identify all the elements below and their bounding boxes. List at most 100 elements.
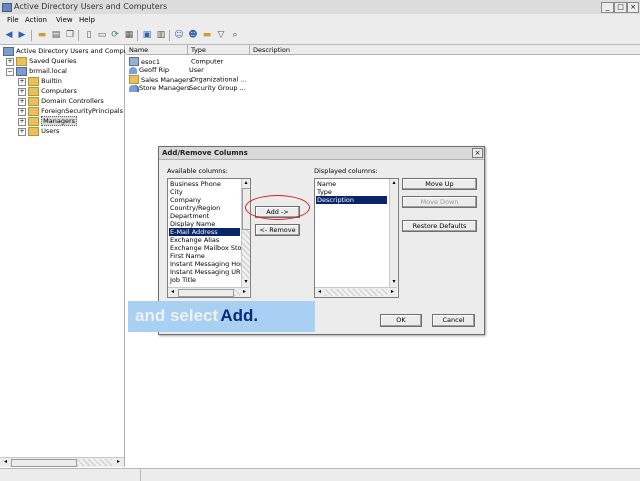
- scroll-thumb[interactable]: [178, 289, 234, 297]
- available-hscrollbar[interactable]: ◂ ▸: [168, 287, 249, 297]
- list-item-selected[interactable]: Description: [316, 196, 387, 204]
- list-item[interactable]: Instant Messaging Home: [169, 260, 250, 268]
- displayed-hscrollbar[interactable]: ◂ ▸: [315, 287, 397, 297]
- group-icon: [129, 84, 137, 92]
- help-icon[interactable]: ▣: [142, 30, 152, 40]
- scroll-left-icon[interactable]: ◂: [1, 458, 10, 466]
- move-down-button[interactable]: Move Down: [402, 196, 477, 208]
- tree-item-foreign-security[interactable]: + ForeignSecurityPrincipals: [18, 106, 123, 116]
- tree-item-computers[interactable]: + Computers: [18, 86, 77, 96]
- export-icon[interactable]: ▦: [124, 30, 134, 40]
- list-item[interactable]: Instant Messaging UR: [169, 268, 241, 276]
- remove-button[interactable]: <- Remove: [255, 224, 300, 236]
- properties-icon[interactable]: ▤: [51, 30, 61, 40]
- list-item[interactable]: Exchange Alias: [169, 236, 240, 244]
- available-columns-list[interactable]: Business Phone City Company Country/Regi…: [167, 178, 251, 298]
- tree-item-builtin[interactable]: + Builtin: [18, 76, 62, 86]
- find-icon[interactable]: ⌕: [230, 30, 240, 40]
- list-item[interactable]: First Name: [169, 252, 240, 260]
- menu-file[interactable]: File: [4, 16, 22, 24]
- tree-item-label: Domain Controllers: [41, 97, 104, 105]
- displayed-columns-list[interactable]: Name Type Description ▴ ▾ ◂ ▸: [314, 178, 399, 298]
- tree-root[interactable]: Active Directory Users and Comput...: [3, 46, 137, 56]
- menu-view[interactable]: View: [53, 16, 76, 24]
- tree-item-domain[interactable]: − brmail.local: [6, 66, 67, 76]
- tree-item-saved-queries[interactable]: + Saved Queries: [6, 56, 76, 66]
- list-item[interactable]: Country/Region: [169, 204, 240, 212]
- refresh-icon[interactable]: ⟳: [110, 30, 120, 40]
- list-item[interactable]: Name: [316, 180, 387, 188]
- menu-help[interactable]: Help: [76, 16, 98, 24]
- list-row[interactable]: Geoff Rip User: [126, 66, 204, 75]
- filter-icon[interactable]: ▽: [216, 30, 226, 40]
- list-item[interactable]: City: [169, 188, 240, 196]
- scroll-right-icon[interactable]: ▸: [240, 288, 249, 296]
- back-icon[interactable]: ◀: [4, 30, 14, 40]
- tree-item-domain-controllers[interactable]: + Domain Controllers: [18, 96, 104, 106]
- computer-icon: [129, 57, 139, 66]
- tree-item-managers[interactable]: + Managers: [18, 116, 78, 126]
- toolbar-separator: [169, 30, 170, 41]
- scroll-down-icon[interactable]: ▾: [390, 278, 398, 286]
- expand-icon[interactable]: +: [18, 108, 26, 116]
- scroll-left-icon[interactable]: ◂: [315, 288, 324, 296]
- list-item[interactable]: Company: [169, 196, 240, 204]
- scroll-thumb[interactable]: [11, 459, 77, 467]
- maximize-button[interactable]: □: [614, 2, 627, 13]
- list-item[interactable]: Display Name: [169, 220, 240, 228]
- restore-defaults-button[interactable]: Restore Defaults: [402, 220, 477, 232]
- expand-icon[interactable]: +: [18, 118, 26, 126]
- expand-icon[interactable]: +: [18, 78, 26, 86]
- tree-item-users[interactable]: + Users: [18, 126, 59, 136]
- column-header-description[interactable]: Description: [250, 45, 640, 55]
- list-item[interactable]: Exchange Mailbox Store: [169, 244, 248, 252]
- copy-icon[interactable]: ❐: [65, 30, 75, 40]
- list-row[interactable]: Sales ManagersOrganizational ...: [126, 75, 247, 84]
- user-icon[interactable]: ☺: [174, 30, 184, 40]
- scroll-right-icon[interactable]: ▸: [114, 458, 123, 466]
- available-vscrollbar[interactable]: ▴ ▾: [241, 179, 250, 287]
- scroll-track[interactable]: [325, 289, 387, 296]
- ou-icon[interactable]: ▬: [202, 30, 212, 40]
- expand-icon[interactable]: +: [18, 88, 26, 96]
- tree-hscrollbar[interactable]: ◂ ▸: [0, 457, 124, 467]
- list-item[interactable]: Type: [316, 188, 387, 196]
- cut-icon[interactable]: ▯: [84, 30, 94, 40]
- minimize-button[interactable]: _: [601, 2, 614, 13]
- expand-icon[interactable]: +: [6, 58, 14, 66]
- cancel-button[interactable]: Cancel: [432, 314, 475, 327]
- list-row[interactable]: esoc1 Computer: [126, 57, 223, 66]
- close-button[interactable]: ×: [627, 2, 639, 13]
- list-item[interactable]: Business Phone: [169, 180, 240, 188]
- scroll-left-icon[interactable]: ◂: [168, 288, 177, 296]
- column-header-type[interactable]: Type: [188, 45, 250, 55]
- list-row[interactable]: Store ManagersSecurity Group ...: [126, 84, 246, 93]
- list-item-selected[interactable]: E-Mail Address: [169, 228, 240, 236]
- displayed-vscrollbar[interactable]: ▴ ▾: [389, 179, 398, 287]
- scroll-down-icon[interactable]: ▾: [242, 278, 250, 286]
- scroll-up-icon[interactable]: ▴: [390, 179, 398, 187]
- expand-icon[interactable]: +: [18, 98, 26, 106]
- row-type: Security Group ...: [189, 84, 246, 92]
- close-icon[interactable]: ×: [472, 148, 483, 158]
- group-icon[interactable]: ☻: [188, 30, 198, 40]
- forward-icon[interactable]: ▶: [17, 30, 27, 40]
- view-icon[interactable]: ▥: [156, 30, 166, 40]
- move-up-button[interactable]: Move Up: [402, 178, 477, 190]
- expand-icon[interactable]: +: [18, 128, 26, 136]
- list-item[interactable]: Job Title: [169, 276, 240, 284]
- ok-button[interactable]: OK: [380, 314, 422, 327]
- menu-action[interactable]: Action: [22, 16, 50, 24]
- scroll-up-icon[interactable]: ▴: [242, 179, 250, 187]
- list-item[interactable]: Department: [169, 212, 240, 220]
- scroll-track[interactable]: [390, 188, 398, 278]
- user-icon: [129, 66, 137, 74]
- toolbar-separator: [31, 30, 32, 41]
- collapse-icon[interactable]: −: [6, 68, 14, 76]
- up-folder-icon[interactable]: ▬: [37, 30, 47, 40]
- delete-icon[interactable]: ▭: [97, 30, 107, 40]
- column-header-name[interactable]: Name: [126, 45, 188, 55]
- scroll-track[interactable]: [242, 230, 250, 278]
- scroll-right-icon[interactable]: ▸: [388, 288, 397, 296]
- scroll-track[interactable]: [77, 459, 112, 466]
